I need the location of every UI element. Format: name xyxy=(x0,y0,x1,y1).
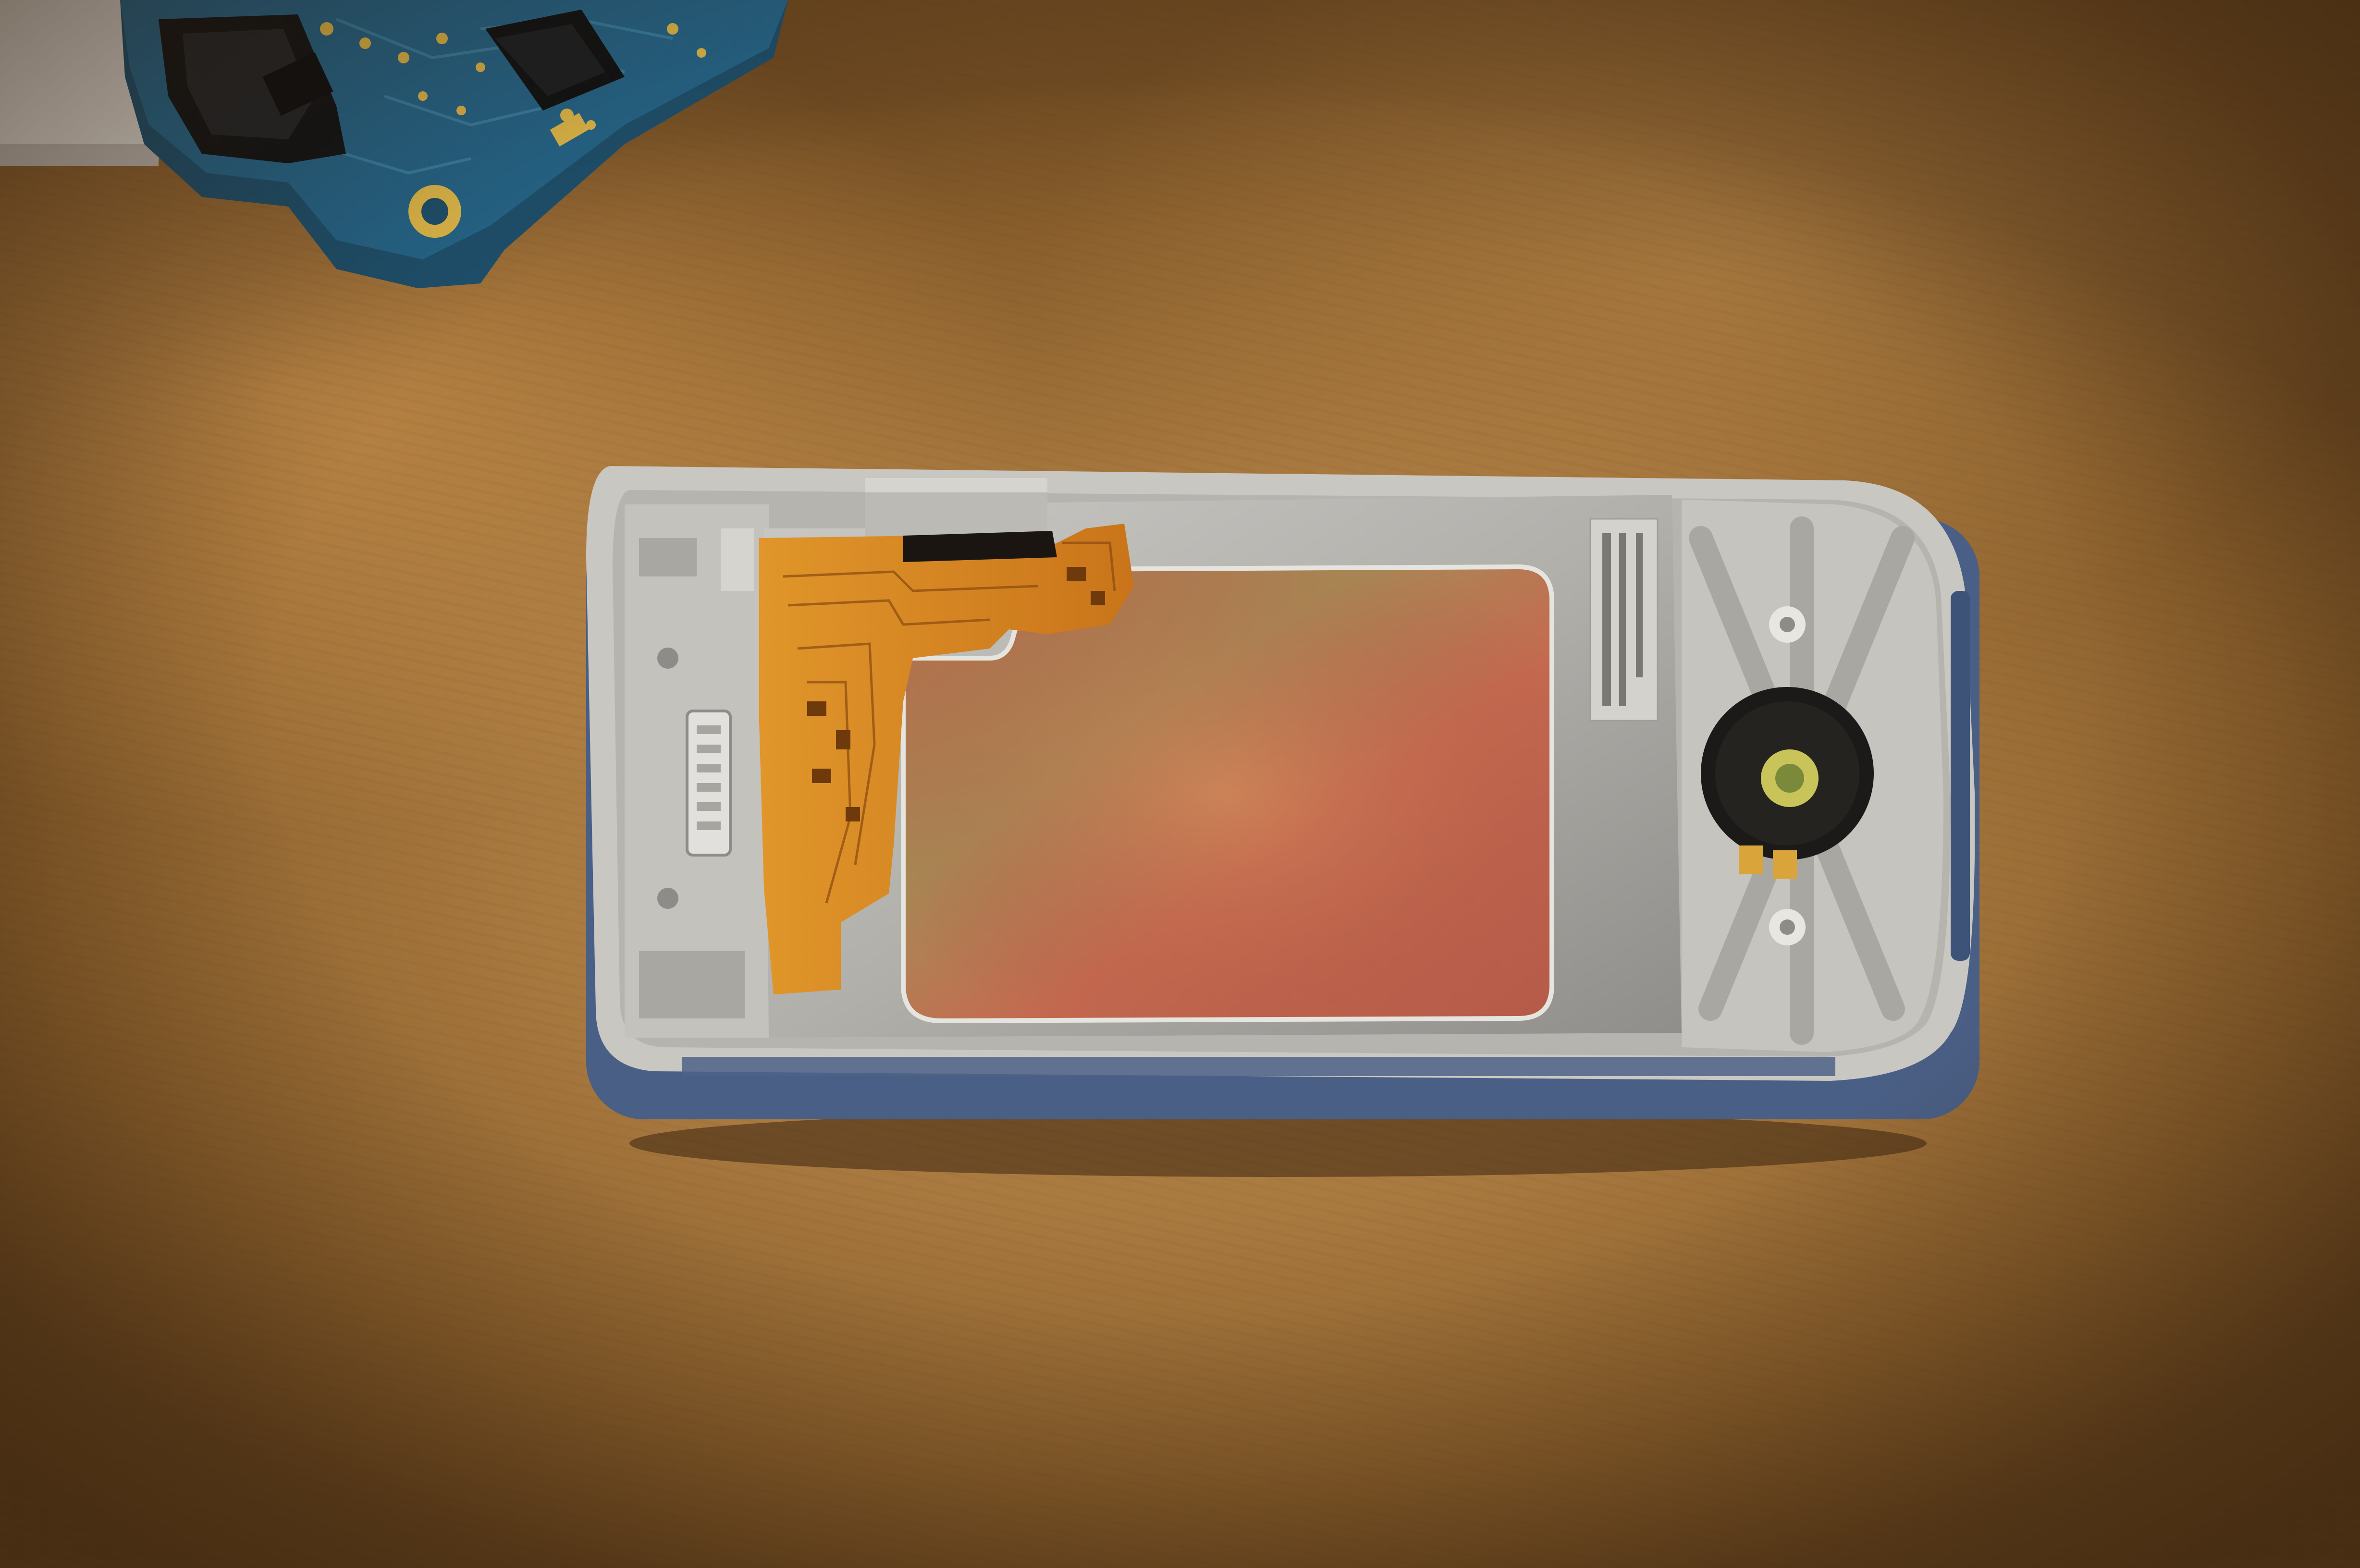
phone-frame xyxy=(557,432,1999,1201)
circuit-board xyxy=(0,0,817,307)
phone-shadow xyxy=(629,1110,1927,1177)
